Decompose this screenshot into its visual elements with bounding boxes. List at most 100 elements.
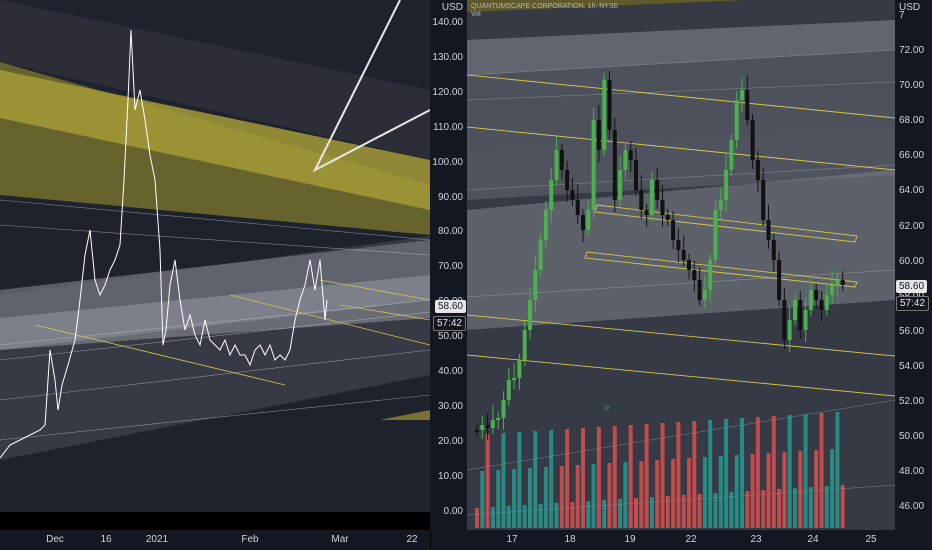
volume-bar [750,454,755,528]
volume-bar [655,460,660,528]
right-price-tick: 62.00 [899,220,925,232]
candle-body [522,330,527,360]
left-time-label: 16 [100,534,112,545]
volume-bar [729,492,734,528]
left-price-tick: 50.00 [437,331,463,343]
candle-body [830,285,835,295]
volume-bar [697,494,702,528]
right-price-chart[interactable]: » [467,0,895,530]
candle-body [528,300,532,330]
candle-body [607,80,612,130]
left-last-price-tag: 58.60 [434,300,466,313]
volume-bar [506,506,511,528]
candle-body [649,180,654,215]
right-time-label: 22 [685,534,697,545]
candle-body [533,270,538,300]
volume-bar [692,421,697,528]
candle-body [591,120,596,210]
candle-body [793,300,797,320]
volume-bar [575,465,580,528]
right-time-axis[interactable]: 17 18 19 22 23 24 25 [467,530,895,550]
volume-bar [634,498,638,528]
candle-body [490,420,495,428]
volume-bar [787,415,792,528]
candle-body [639,190,644,210]
volume-bar [793,488,797,528]
volume-bar [639,461,644,528]
volume-bar [496,470,501,528]
right-price-axis[interactable]: USD 7 72.00 70.00 68.00 66.00 64.00 62.00 60.0… [895,0,932,530]
left-time-label: Mar [331,534,349,545]
candle-body [575,200,580,215]
volume-bar [835,412,840,528]
volume-bar [480,471,485,528]
volume-bar [517,432,522,528]
right-price-tick: 54.00 [899,360,925,372]
right-time-label: 19 [624,534,636,545]
volume-bar [777,489,782,528]
left-price-tick: 10.00 [437,470,463,482]
volume-bar [840,485,845,528]
candle-body [787,320,792,340]
volume-bar [559,466,564,528]
left-time-axis[interactable]: Dec 16 2021 Feb Mar 22 [0,530,430,550]
right-time-label: 23 [750,534,762,545]
candle-body [538,240,543,270]
left-price-tick: 110.00 [433,121,463,133]
left-price-chart[interactable] [0,0,430,530]
right-chart-pane[interactable]: » QUANTUMSCAPE CORPORATION, 1h, NYSE Vol [467,0,895,530]
candle-body [628,150,633,160]
candle-body [835,280,840,285]
volume-bar [708,420,713,528]
volume-bar [549,430,554,528]
volume-bar [819,413,824,528]
symbol-label[interactable]: QUANTUMSCAPE CORPORATION, 1h, NYSE [471,3,618,10]
volume-bar [734,455,739,528]
volume-bar [824,486,829,528]
right-price-tick: 70.00 [899,80,925,92]
candle-body [623,150,628,170]
candle-body [485,425,490,428]
candle-body [734,100,739,140]
volume-bar [596,427,601,528]
candle-body [687,260,691,270]
volume-bar [814,450,819,528]
chevron-down-icon: » [604,402,610,413]
volume-bar [782,452,787,528]
candle-body [724,170,729,200]
candle-body [740,90,744,100]
left-price-tick: 130.00 [432,51,463,63]
left-price-axis[interactable]: USD 140.00 130.00 120.00 110.00 100.00 90.00 8… [430,0,467,530]
candle-body [612,130,617,200]
volume-indicator-label[interactable]: Vol [471,11,481,18]
candle-body [496,418,501,420]
left-price-tick: 20.00 [437,435,463,447]
left-chart-pane[interactable] [0,0,430,530]
candle-body [782,300,787,340]
bottom-strip [0,512,430,530]
candle-body [543,210,548,240]
volume-bar [543,467,548,528]
right-time-label: 18 [564,534,576,545]
right-price-tick: 60.00 [899,255,925,267]
left-price-tick: 70.00 [437,261,463,273]
right-price-tick: 50.00 [899,431,925,443]
volume-bar [718,456,723,528]
volume-bar [591,464,596,528]
candle-body [618,170,623,200]
volume-bar [512,469,517,528]
volume-bar [612,426,617,528]
volume-bar [490,507,495,528]
candle-body [565,170,570,190]
candle-body [718,200,723,210]
candle-body [755,160,760,180]
candle-body [761,180,766,220]
right-price-tick: 52.00 [899,396,925,407]
volume-bar [607,463,612,528]
volume-bar [766,453,771,528]
left-price-tick: 40.00 [437,366,463,377]
volume-bar [660,423,665,528]
left-price-tick: 0.00 [443,505,463,517]
volume-bar [554,503,559,528]
right-axis-partial-tick: 7 [899,10,905,21]
